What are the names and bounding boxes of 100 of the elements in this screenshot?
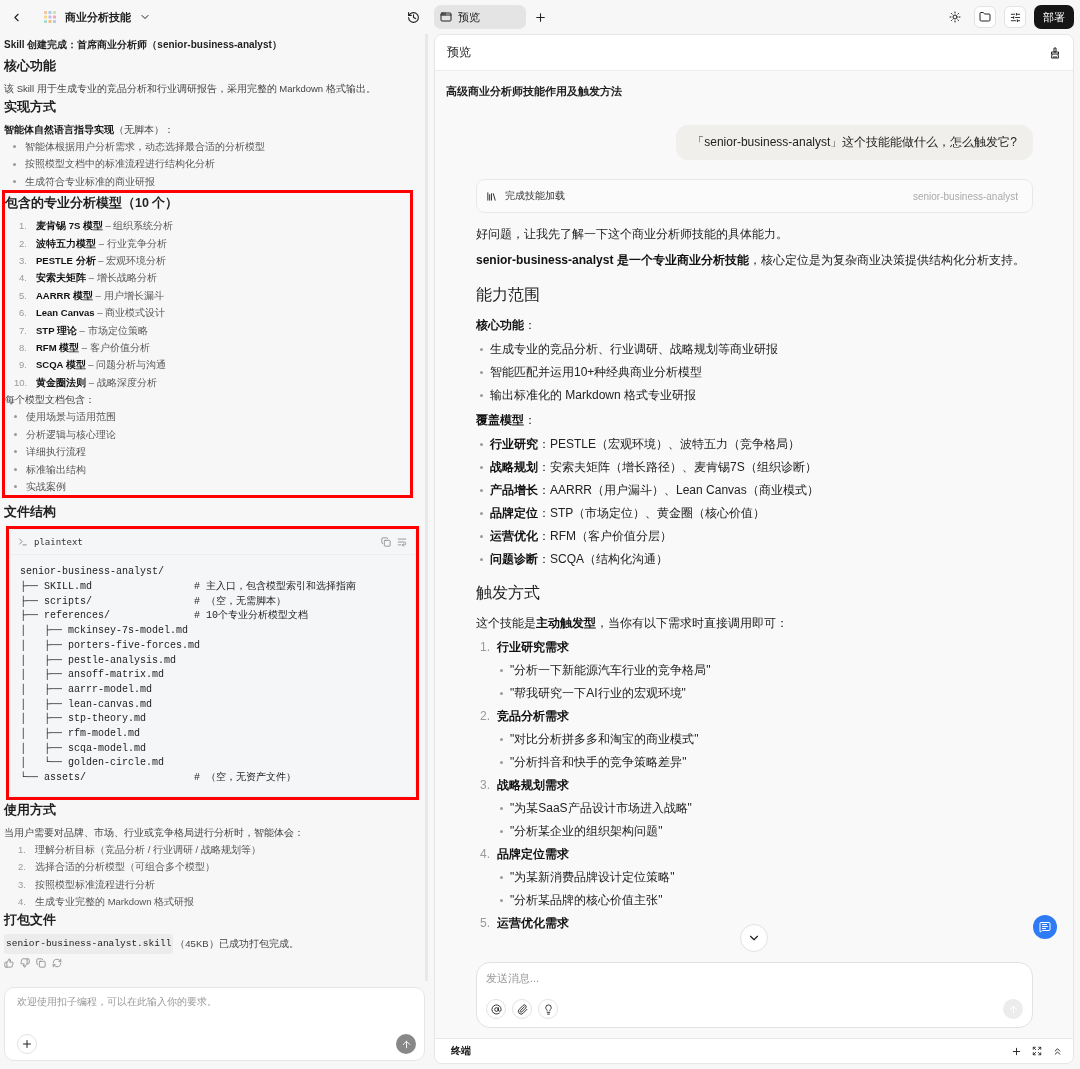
list-item-text: 按照模型文档中的标准流程进行结构化分析 (25, 157, 215, 172)
code-line: │ ├── rfm-model.md (20, 727, 142, 742)
list-number: 6. (18, 306, 27, 321)
list-item-text: 麦肯锡 7S 模型 – 组织系统分析 (36, 219, 174, 234)
list-item-text: 详细执行流程 (26, 445, 86, 460)
list-number: 8. (18, 341, 27, 356)
list-item-text: PESTLE 分析 – 宏观环境分析 (36, 254, 167, 269)
list-item-text: RFM 模型 – 客户价值分析 (36, 341, 150, 356)
clear-icon[interactable] (1049, 46, 1061, 59)
project-title: 商业分析技能 (65, 9, 131, 25)
section-heading: 核心功能 (4, 58, 57, 75)
list-item-text: AARRR 模型 – 用户增长漏斗 (36, 288, 164, 303)
library-icon (486, 190, 497, 202)
bullet-icon (14, 485, 17, 489)
code-line: │ ├── mckinsey-7s-model.md (20, 624, 190, 639)
preview-tab[interactable]: 预览 (434, 5, 526, 29)
thumbs-down-icon[interactable] (20, 958, 30, 969)
chat-input[interactable]: 欢迎使用扣子编程，可以在此输入你的要求。 (17, 996, 416, 1007)
list-item-text: "分析一下新能源汽车行业的竞争格局" (510, 662, 711, 679)
section-heading: 包含的专业分析模型（10 个） (5, 195, 180, 213)
paragraph: 核心功能： (476, 317, 537, 334)
list-item-title: 竞品分析需求 (497, 708, 569, 725)
file-name: senior-business-analyst.skill (4, 934, 174, 955)
list-item-text: 使用场景与适用范围 (26, 410, 116, 425)
list-item-text: 问题诊断：SCQA（结构化沟通） (490, 551, 668, 568)
list-item-text: "对比分析拼多多和淘宝的商业模式" (510, 731, 699, 748)
mention-button[interactable] (486, 999, 506, 1019)
list-item-text: "为某SaaS产品设计市场进入战略" (510, 800, 692, 817)
list-number: 1. (480, 639, 490, 656)
bullet-icon (480, 371, 483, 374)
plus-icon (21, 1038, 33, 1050)
list-item-text: "为某新消费品牌设计定位策略" (510, 869, 675, 886)
bullet-icon (13, 162, 16, 166)
idea-button[interactable] (538, 999, 558, 1019)
lightbulb-icon (542, 1003, 554, 1015)
paragraph: 好问题，让我先了解一下这个商业分析师技能的具体能力。 (476, 226, 789, 243)
code-line: │ ├── pestle-analysis.md (20, 653, 178, 668)
regenerate-icon[interactable] (52, 958, 62, 969)
bullet-icon (13, 180, 16, 183)
message-title: Skill 创建完成：首席商业分析师（senior-business-analyst） (4, 38, 283, 52)
arrow-up-icon (400, 1038, 412, 1050)
list-item-text: 按照模型标准流程进行分析 (35, 877, 155, 892)
list-item-text: 战略规划：安索夫矩阵（增长路径）、麦肯锡7S（组织诊断） (490, 459, 817, 476)
paragraph: 智能体自然语言指导实现（无脚本）： (4, 123, 175, 137)
bullet-icon (500, 669, 503, 672)
list-item-title: 运营优化需求 (497, 915, 569, 932)
bullet-icon (14, 467, 17, 471)
history-icon[interactable] (407, 10, 420, 24)
add-button[interactable] (17, 1034, 37, 1054)
send-button[interactable] (396, 1034, 416, 1054)
list-item-text: 行业研究：PESTLE（宏观环境）、波特五力（竞争格局） (490, 436, 801, 453)
expand-icon[interactable] (1032, 1046, 1042, 1056)
message-input[interactable]: 发送消息... (486, 972, 1023, 984)
list-item-text: 智能匹配并运用10+种经典商业分析模型 (490, 364, 703, 381)
list-number: 1. (18, 219, 27, 234)
deploy-button[interactable]: 部署 (1034, 5, 1074, 29)
list-number: 3. (17, 877, 26, 892)
skill-name: senior-business-analyst (912, 190, 1018, 202)
section-heading: 能力范围 (476, 285, 541, 305)
list-number: 2. (17, 860, 26, 875)
list-item-text: 波特五力模型 – 行业竞争分析 (36, 236, 167, 251)
bullet-icon (13, 145, 16, 149)
attach-button[interactable] (512, 999, 532, 1019)
code-line: │ └── golden-circle.md (20, 756, 166, 771)
at-icon (490, 1003, 502, 1015)
code-line: │ ├── stp-theory.md (20, 712, 148, 727)
terminal-icon (18, 537, 28, 548)
list-number: 3. (18, 254, 27, 269)
copy-icon[interactable] (381, 537, 391, 548)
list-item-title: 行业研究需求 (497, 639, 569, 656)
bullet-icon (480, 535, 483, 538)
add-tab-icon[interactable] (534, 10, 547, 24)
list-item-text: 输出标准化的 Markdown 格式专业研报 (490, 387, 697, 404)
user-message: 「senior-business-analyst」这个技能能做什么，怎么触发它? (676, 125, 1033, 160)
thumbs-up-icon[interactable] (4, 958, 14, 969)
bullet-icon (14, 450, 17, 454)
section-heading: 触发方式 (476, 583, 541, 603)
list-item-text: 产品增长：AARRR（用户漏斗）、Lean Canvas（商业模式） (490, 482, 819, 499)
list-item-text: 标准输出结构 (26, 462, 86, 477)
list-number: 2. (480, 708, 490, 725)
code-line: ├── scripts/ # （空，无需脚本） (20, 594, 288, 609)
code-language: plaintext (34, 537, 83, 548)
folder-button[interactable] (974, 6, 996, 28)
bullet-icon (480, 348, 483, 351)
chat-button[interactable] (1033, 915, 1057, 939)
bullet-icon (14, 415, 17, 419)
list-item-text: 生成专业完整的 Markdown 格式研报 (35, 895, 195, 910)
tool-card[interactable]: 完成技能加载 senior-business-analyst (476, 179, 1033, 213)
add-icon[interactable] (1011, 1045, 1022, 1057)
list-item-text: 理解分析目标（竞品分析 / 行业调研 / 战略规划等） (35, 842, 261, 857)
list-item-text: 分析逻辑与核心理论 (26, 427, 116, 442)
list-item-text: 生成符合专业标准的商业研报 (25, 174, 155, 189)
collapse-icon[interactable] (1052, 1045, 1063, 1057)
list-number: 10. (14, 375, 28, 390)
code-line: senior-business-analyst/ (20, 565, 166, 580)
list-item-text: STP 理论 – 市场定位策略 (36, 323, 148, 338)
copy-icon[interactable] (36, 958, 46, 969)
conversation-title: 高级商业分析师技能作用及触发方法 (446, 84, 623, 99)
settings-button[interactable] (1004, 6, 1026, 28)
theme-icon[interactable] (949, 11, 961, 23)
